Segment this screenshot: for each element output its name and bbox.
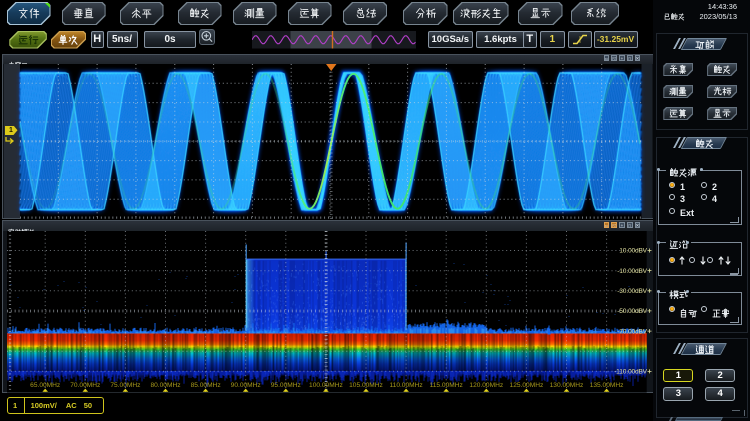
svg-text:70.00MHz: 70.00MHz <box>70 382 100 389</box>
svg-text:-30.00dBV: -30.00dBV <box>617 288 648 295</box>
svg-text:115.00MHz: 115.00MHz <box>430 382 463 389</box>
svg-text:135.00MHz: 135.00MHz <box>590 382 624 389</box>
svg-text:-50.00dBV: -50.00dBV <box>617 308 648 315</box>
svg-text:125.00MHz: 125.00MHz <box>510 382 544 389</box>
svg-text:-10.00dBV: -10.00dBV <box>617 267 648 274</box>
svg-text:110.00MHz: 110.00MHz <box>389 382 422 389</box>
svg-text:65.00MHz: 65.00MHz <box>30 382 60 389</box>
svg-text:95.00MHz: 95.00MHz <box>271 382 301 389</box>
svg-text:105.00MHz: 105.00MHz <box>349 382 383 389</box>
svg-text:10.00dBV: 10.00dBV <box>619 247 647 254</box>
svg-text:85.00MHz: 85.00MHz <box>191 382 221 389</box>
svg-text:-70.00dBV: -70.00dBV <box>617 328 648 335</box>
svg-text:80.00MHz: 80.00MHz <box>150 382 180 389</box>
svg-text:120.00MHz: 120.00MHz <box>469 382 503 389</box>
svg-text:-110.00dBV: -110.00dBV <box>614 368 648 375</box>
svg-text:130.00MHz: 130.00MHz <box>550 382 584 389</box>
svg-text:100.00MHz: 100.00MHz <box>309 382 343 389</box>
svg-text:90.00MHz: 90.00MHz <box>231 382 261 389</box>
svg-text:75.00MHz: 75.00MHz <box>110 382 140 389</box>
